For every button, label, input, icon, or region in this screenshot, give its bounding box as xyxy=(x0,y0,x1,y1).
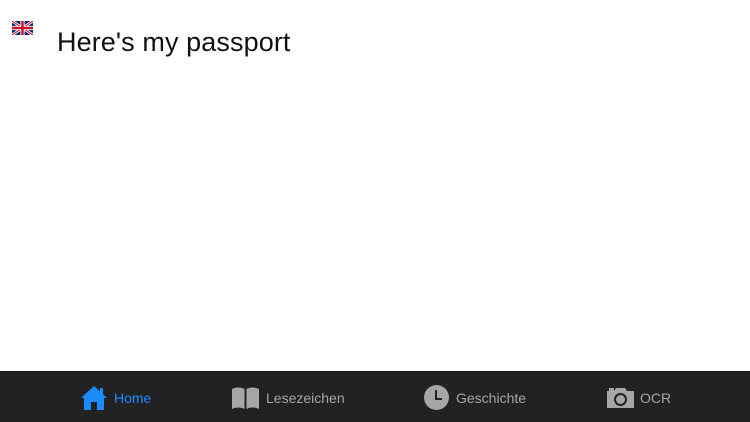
tab-home-label: Home xyxy=(114,389,152,406)
tab-ocr[interactable]: OCR xyxy=(607,372,671,422)
tab-home[interactable]: Home xyxy=(80,372,151,422)
phrase-content: Here's my passport xyxy=(0,0,750,371)
tab-history-label: Geschichte xyxy=(456,389,527,406)
app-screen: Here's my passport Home Lesezeichen Gesc… xyxy=(0,0,750,422)
tab-ocr-label: OCR xyxy=(640,389,672,406)
home-icon xyxy=(81,385,107,410)
camera-icon xyxy=(607,387,634,408)
clock-icon xyxy=(424,385,449,410)
tab-bookmarks-label: Lesezeichen xyxy=(266,389,345,406)
book-icon xyxy=(232,387,259,409)
phrase-text: Here's my passport xyxy=(57,27,291,57)
tab-bookmarks[interactable]: Lesezeichen xyxy=(231,372,345,422)
tab-history[interactable]: Geschichte xyxy=(423,372,526,422)
uk-flag-icon xyxy=(12,21,33,35)
tab-bar: Home Lesezeichen Geschichte OCR xyxy=(0,371,750,422)
